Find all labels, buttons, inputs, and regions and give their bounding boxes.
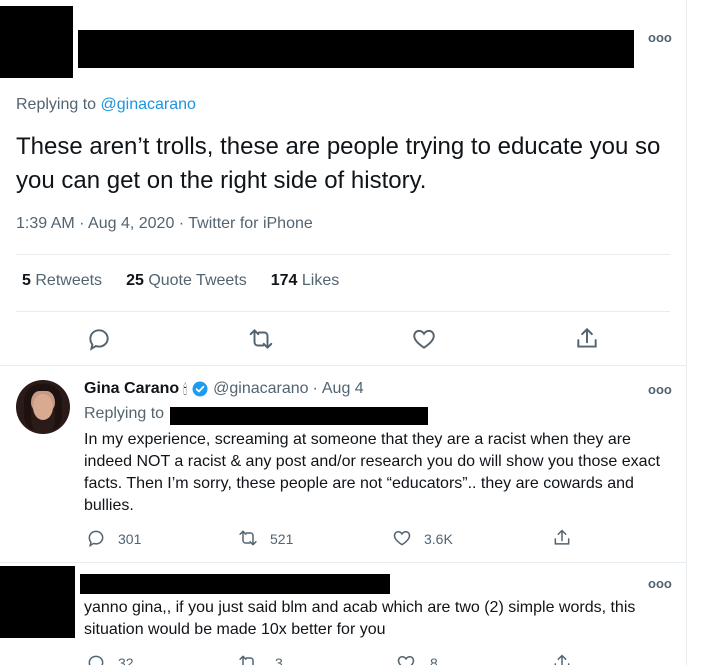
reply-icon[interactable] <box>86 528 106 548</box>
dot-separator: · <box>312 380 318 397</box>
tweet-source[interactable]: Twitter for iPhone <box>188 215 313 232</box>
like-icon[interactable] <box>396 653 416 665</box>
focused-tweet: ooo Replying to @ginacarano These aren’t… <box>0 0 686 366</box>
replying-to: Replying to <box>84 405 164 423</box>
user-handle[interactable]: @ginacarano <box>213 380 308 398</box>
divider <box>16 254 670 255</box>
avatar[interactable] <box>16 380 70 434</box>
like-icon[interactable] <box>392 528 412 548</box>
like-icon[interactable] <box>411 326 437 352</box>
share-icon[interactable] <box>552 653 572 665</box>
reply-text: In my experience, screaming at someone t… <box>84 431 661 514</box>
more-icon[interactable]: ooo <box>648 576 672 591</box>
replying-to-label: Replying to <box>16 96 97 113</box>
replying-to-handle[interactable]: @ginacarano <box>101 96 196 113</box>
retweet-icon[interactable] <box>238 653 258 665</box>
tweet-text: These aren’t trolls, these are people tr… <box>16 133 661 194</box>
redacted-username <box>80 574 390 594</box>
more-icon[interactable]: ooo <box>648 30 672 45</box>
reply-date[interactable]: Aug 4 <box>322 380 364 398</box>
retweets-stat[interactable]: 5 Retweets <box>22 272 102 290</box>
redacted-username <box>78 30 634 68</box>
retweet-count: 3 <box>275 655 283 665</box>
divider <box>0 562 686 563</box>
likes-stat[interactable]: 174 Likes <box>271 272 340 290</box>
like-count: 3.6K <box>424 531 453 547</box>
share-icon[interactable] <box>552 528 572 548</box>
tweet-time[interactable]: 1:39 AM · Aug 4, 2020 · <box>16 215 188 232</box>
reply-icon[interactable] <box>86 653 106 665</box>
user-name[interactable]: Gina Carano <box>84 380 179 398</box>
redacted-avatar <box>0 566 75 638</box>
redacted-handle <box>170 407 428 425</box>
like-count: 8 <box>430 655 438 665</box>
retweet-icon[interactable] <box>238 528 258 548</box>
redacted-avatar <box>0 6 73 78</box>
replying-to-label: Replying to <box>84 405 165 422</box>
tweet-stats: 5 Retweets 25 Quote Tweets 174 Likes <box>22 272 339 290</box>
retweet-icon[interactable] <box>248 326 274 352</box>
reply-header: Gina Carano 🕯 @ginacarano · Aug 4 <box>84 380 364 398</box>
tweet-meta: 1:39 AM · Aug 4, 2020 · Twitter for iPho… <box>16 215 313 233</box>
candle-emoji: 🕯 <box>183 380 188 397</box>
reply-icon[interactable] <box>86 326 112 352</box>
quotes-stat[interactable]: 25 Quote Tweets <box>126 272 247 290</box>
reply-text: yanno gina,, if you just said blm and ac… <box>84 599 636 638</box>
divider <box>16 311 670 312</box>
reply-count: 301 <box>118 531 142 547</box>
retweet-count: 521 <box>270 531 294 547</box>
right-border <box>686 0 706 665</box>
verified-badge-icon <box>192 381 208 397</box>
reply-count: 32 <box>118 655 134 665</box>
share-icon[interactable] <box>574 326 600 352</box>
replying-to: Replying to @ginacarano <box>16 96 196 114</box>
more-icon[interactable]: ooo <box>648 382 672 397</box>
